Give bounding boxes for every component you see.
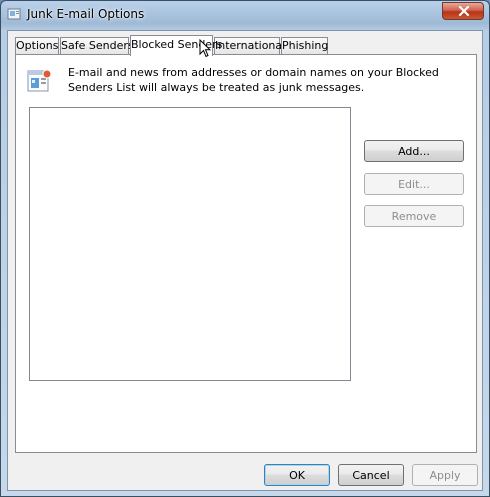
blocked-senders-icon xyxy=(27,69,52,92)
tab-international[interactable]: International xyxy=(214,37,285,54)
dialog-client-area: Options Safe Senders Blocked Senders Int… xyxy=(7,30,483,491)
close-button[interactable] xyxy=(442,2,484,20)
tab-options[interactable]: Options xyxy=(15,37,59,54)
add-button[interactable]: Add... xyxy=(364,140,464,162)
tab-safe-senders[interactable]: Safe Senders xyxy=(60,37,134,54)
apply-button[interactable]: Apply xyxy=(412,464,478,486)
remove-button[interactable]: Remove xyxy=(364,205,464,227)
title-bar[interactable]: Junk E-mail Options xyxy=(1,1,489,29)
dialog-window: Junk E-mail Options Options Safe Senders… xyxy=(0,0,490,497)
window-title: Junk E-mail Options xyxy=(27,7,145,21)
edit-button[interactable]: Edit... xyxy=(364,173,464,195)
mouse-pointer-icon xyxy=(199,39,211,58)
blocked-senders-description: E-mail and news from addresses or domain… xyxy=(68,66,439,94)
junk-mail-options-icon xyxy=(7,8,21,20)
cancel-button[interactable]: Cancel xyxy=(338,464,404,486)
blocked-senders-list[interactable] xyxy=(29,107,351,381)
ok-button[interactable]: OK xyxy=(264,464,330,486)
tab-phishing[interactable]: Phishing xyxy=(281,37,328,54)
blocked-senders-panel: E-mail and news from addresses or domain… xyxy=(15,54,477,453)
close-icon xyxy=(458,6,470,17)
